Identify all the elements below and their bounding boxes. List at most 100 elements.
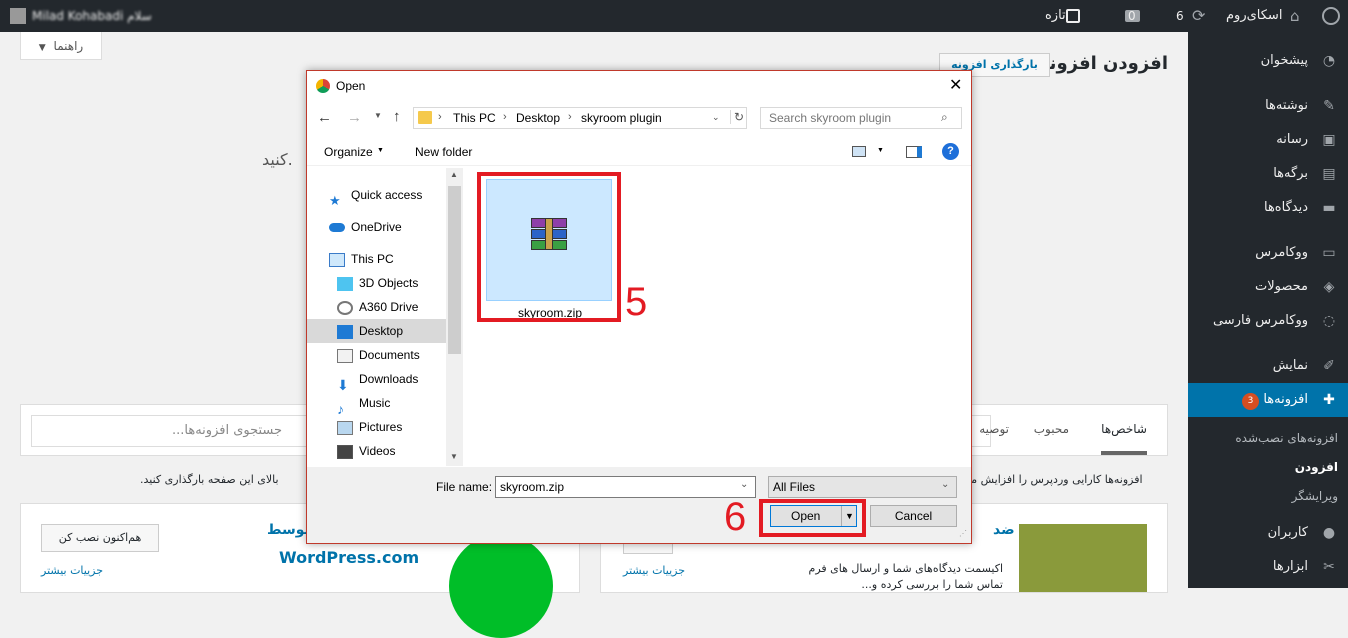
navigation-pane: ★ Quick access OneDrive This PC 3D Object… — [307, 168, 464, 466]
tree-quick-access[interactable]: ★ Quick access — [329, 183, 422, 208]
plugin-updates-badge: 3 — [1241, 393, 1260, 410]
tree-music[interactable]: ♪ Music — [337, 391, 390, 417]
woo-persian-icon: ◌ — [1322, 313, 1336, 329]
scroll-thumb[interactable] — [448, 186, 461, 354]
forward-arrow-icon[interactable]: → — [347, 109, 362, 126]
submenu-editor[interactable]: ویرایشگر — [1188, 482, 1348, 511]
highlight-box-file — [477, 172, 621, 322]
preview-pane-icon[interactable] — [906, 146, 922, 158]
chevron-down-icon[interactable]: ⌄ — [712, 112, 720, 123]
sidebar-item-products[interactable]: ◈ محصولات — [1188, 270, 1348, 304]
tree-onedrive[interactable]: OneDrive — [329, 215, 402, 239]
caret-down-icon[interactable]: ▼ — [877, 147, 884, 154]
view-options-icon[interactable] — [852, 146, 866, 157]
address-bar[interactable]: › This PC › Desktop › skyroom plugin ⌄ ↻ — [413, 107, 747, 129]
dialog-search-input[interactable]: Search skyroom plugin ⌕ — [760, 107, 962, 129]
sidebar-item-pages[interactable]: ▤ برگه‌ها — [1188, 157, 1348, 191]
more-details-link[interactable]: جزییات بیشتر — [41, 564, 103, 577]
help-label: راهنما — [53, 39, 84, 53]
plus-icon[interactable] — [1066, 9, 1080, 23]
tree-a360-drive[interactable]: A360 Drive — [337, 295, 418, 319]
up-arrow-icon[interactable]: ↑ — [393, 108, 401, 125]
cloud-icon — [329, 223, 345, 233]
new-content-link[interactable]: تازه — [1045, 0, 1066, 32]
breadcrumb-skyroom-plugin[interactable]: skyroom plugin — [581, 111, 662, 125]
tab-recommended[interactable]: توصیه — [979, 405, 1009, 455]
user-name[interactable]: Milad Kohabadi سلام — [32, 0, 152, 32]
help-tab-button[interactable]: راهنما ▼ — [20, 32, 102, 60]
file-type-select[interactable]: All Files ⌄ — [768, 476, 957, 498]
computer-icon — [329, 252, 345, 267]
media-icon: ▣ — [1322, 132, 1336, 148]
comments-count: 0 — [1128, 9, 1136, 23]
plugins-icon: ✚ — [1323, 392, 1335, 408]
tree-documents[interactable]: Documents — [337, 343, 420, 367]
woo-icon: ▭ — [1322, 245, 1336, 261]
new-folder-button[interactable]: New folder — [415, 145, 472, 159]
resize-grip-icon[interactable]: ⋰ — [959, 529, 967, 538]
wordpress-logo-icon[interactable] — [1322, 7, 1340, 25]
sidebar-item-comments[interactable]: ▬ دیدگاه‌ها — [1188, 191, 1348, 225]
tree-pictures[interactable]: Pictures — [337, 415, 402, 439]
desktop-icon — [337, 324, 353, 339]
tree-this-pc[interactable]: This PC — [329, 247, 394, 271]
sidebar-item-users[interactable]: ● کاربران — [1188, 516, 1348, 550]
by-label: توسط — [267, 522, 310, 538]
scroll-down-icon[interactable]: ▼ — [450, 452, 458, 461]
sidebar-item-dashboard[interactable]: ◔ پیشخوان — [1188, 44, 1348, 78]
sidebar-item-woo-persian[interactable]: ◌ ووکامرس فارسی — [1188, 304, 1348, 338]
updates-count: 6 — [1176, 9, 1184, 23]
site-name[interactable]: اسکای‌روم — [1226, 0, 1282, 32]
more-details-link[interactable]: جزییات بیشتر — [623, 564, 685, 577]
videos-icon — [337, 444, 353, 459]
user-avatar[interactable] — [10, 8, 26, 24]
partial-text: کنید. — [262, 150, 293, 169]
submenu-add-new[interactable]: افزودن — [1188, 453, 1348, 482]
breadcrumb-this-pc[interactable]: This PC — [453, 111, 496, 125]
dialog-search-placeholder: Search skyroom plugin — [769, 111, 892, 125]
dialog-title-bar: Open ✕ — [307, 71, 971, 101]
sidebar-item-media[interactable]: ▣ رسانه — [1188, 123, 1348, 157]
help-icon[interactable]: ? — [942, 143, 959, 160]
scroll-up-icon[interactable]: ▲ — [450, 170, 458, 179]
jetpack-logo-icon — [449, 534, 553, 638]
organize-menu[interactable]: Organize — [324, 145, 373, 159]
tab-featured[interactable]: شاخص‌ها — [1101, 405, 1147, 455]
tab-popular[interactable]: محبوب — [1034, 405, 1069, 455]
file-name-label: File name: — [436, 480, 493, 494]
author-link[interactable]: WordPress.com — [279, 548, 419, 567]
recent-locations-icon[interactable]: ▼ — [374, 111, 382, 120]
sidebar-item-tools[interactable]: ✂ ابزارها — [1188, 550, 1348, 584]
products-icon: ◈ — [1323, 279, 1335, 295]
chevron-down-icon[interactable]: ⌄ — [740, 479, 748, 490]
updates-icon[interactable]: ⟳ — [1192, 0, 1205, 32]
chevron-down-icon: ⌄ — [941, 479, 950, 490]
drive-icon — [337, 300, 353, 315]
close-icon[interactable]: ✕ — [949, 75, 962, 95]
cancel-button[interactable]: Cancel — [870, 505, 957, 527]
plugin-desc-line2: تماس شما را بررسی کرده و... — [861, 578, 1003, 591]
home-icon[interactable]: ⌂ — [1290, 0, 1300, 32]
dashboard-icon: ◔ — [1322, 53, 1336, 69]
sidebar-item-appearance[interactable]: ✐ نمایش — [1188, 349, 1348, 383]
tree-desktop[interactable]: Desktop — [337, 319, 403, 343]
star-icon: ★ — [329, 192, 341, 208]
tree-3d-objects[interactable]: 3D Objects — [337, 271, 418, 295]
nav-scrollbar[interactable]: ▲ ▼ — [446, 168, 463, 466]
refresh-icon[interactable]: ↻ — [730, 110, 744, 124]
submenu-installed-plugins[interactable]: افزونه‌های نصب‌شده — [1188, 424, 1348, 453]
plugin-title[interactable]: ضد — [993, 522, 1015, 538]
back-arrow-icon[interactable]: ← — [317, 109, 332, 126]
tree-videos[interactable]: Videos — [337, 439, 395, 463]
breadcrumb-desktop[interactable]: Desktop — [516, 111, 560, 125]
tree-downloads[interactable]: ⬇ Downloads — [337, 367, 418, 393]
caret-down-icon: ▼ — [38, 43, 46, 53]
sidebar-item-woocommerce[interactable]: ▭ ووکامرس — [1188, 236, 1348, 270]
admin-bar: Milad Kohabadi سلام تازه 0 ⟳ 6 اسکای‌روم… — [0, 0, 1348, 32]
sidebar-item-posts[interactable]: ✎ نوشته‌ها — [1188, 89, 1348, 123]
akismet-logo-icon — [1019, 524, 1147, 592]
sidebar-item-plugins[interactable]: ✚ افزونه‌ها3 — [1188, 383, 1348, 417]
install-now-button[interactable]: هم‌اکنون نصب کن — [41, 524, 159, 552]
file-name-input[interactable]: skyroom.zip ⌄ — [495, 476, 756, 498]
folder-icon — [418, 111, 432, 124]
